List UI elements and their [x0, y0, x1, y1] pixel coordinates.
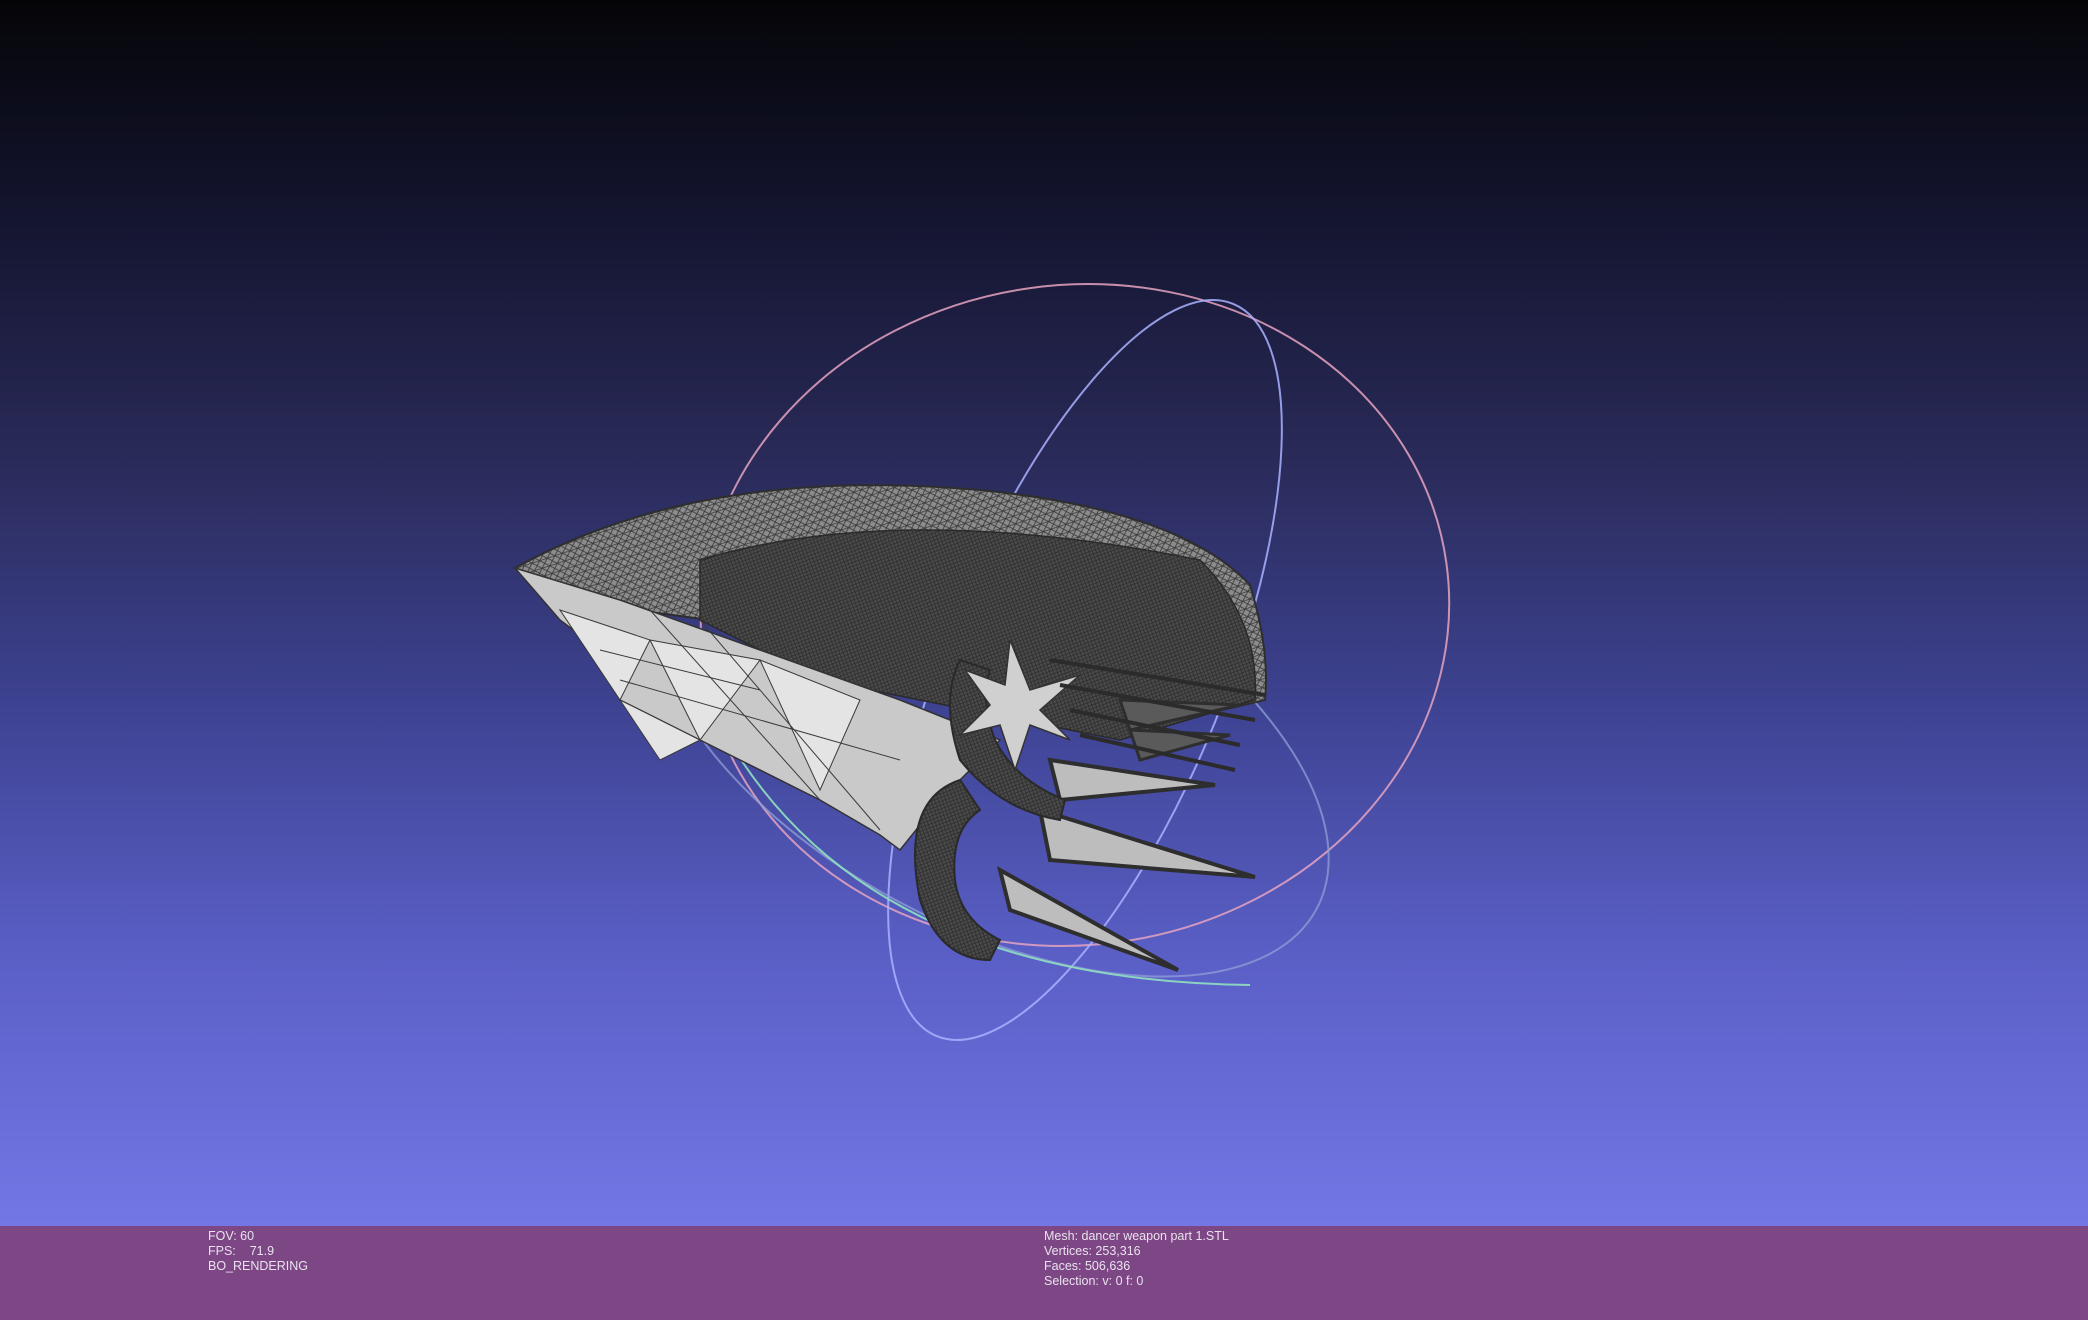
mesh-name: Mesh: dancer weapon part 1.STL [1044, 1229, 1229, 1243]
mesh-canvas[interactable] [0, 0, 2088, 1226]
fov-readout: FOV: 60 [208, 1229, 255, 1243]
vertex-count: Vertices: 253,316 [1044, 1244, 1141, 1258]
fps-readout: FPS: 71.9 [208, 1244, 308, 1259]
fps-value: 71.9 [249, 1244, 275, 1258]
3d-viewport[interactable] [0, 0, 2088, 1226]
render-mode: BO_RENDERING [208, 1259, 309, 1273]
selection-info: Selection: v: 0 f: 0 [1044, 1274, 1144, 1288]
mesh-info: Mesh: dancer weapon part 1.STL Vertices:… [1044, 1229, 1229, 1289]
status-bar: FOV: 60 FPS: 71.9 BO_RENDERING Mesh: dan… [0, 1226, 2088, 1320]
fps-label: FPS: [208, 1244, 236, 1258]
render-info: FOV: 60 FPS: 71.9 BO_RENDERING [208, 1229, 308, 1274]
face-count: Faces: 506,636 [1044, 1259, 1131, 1273]
